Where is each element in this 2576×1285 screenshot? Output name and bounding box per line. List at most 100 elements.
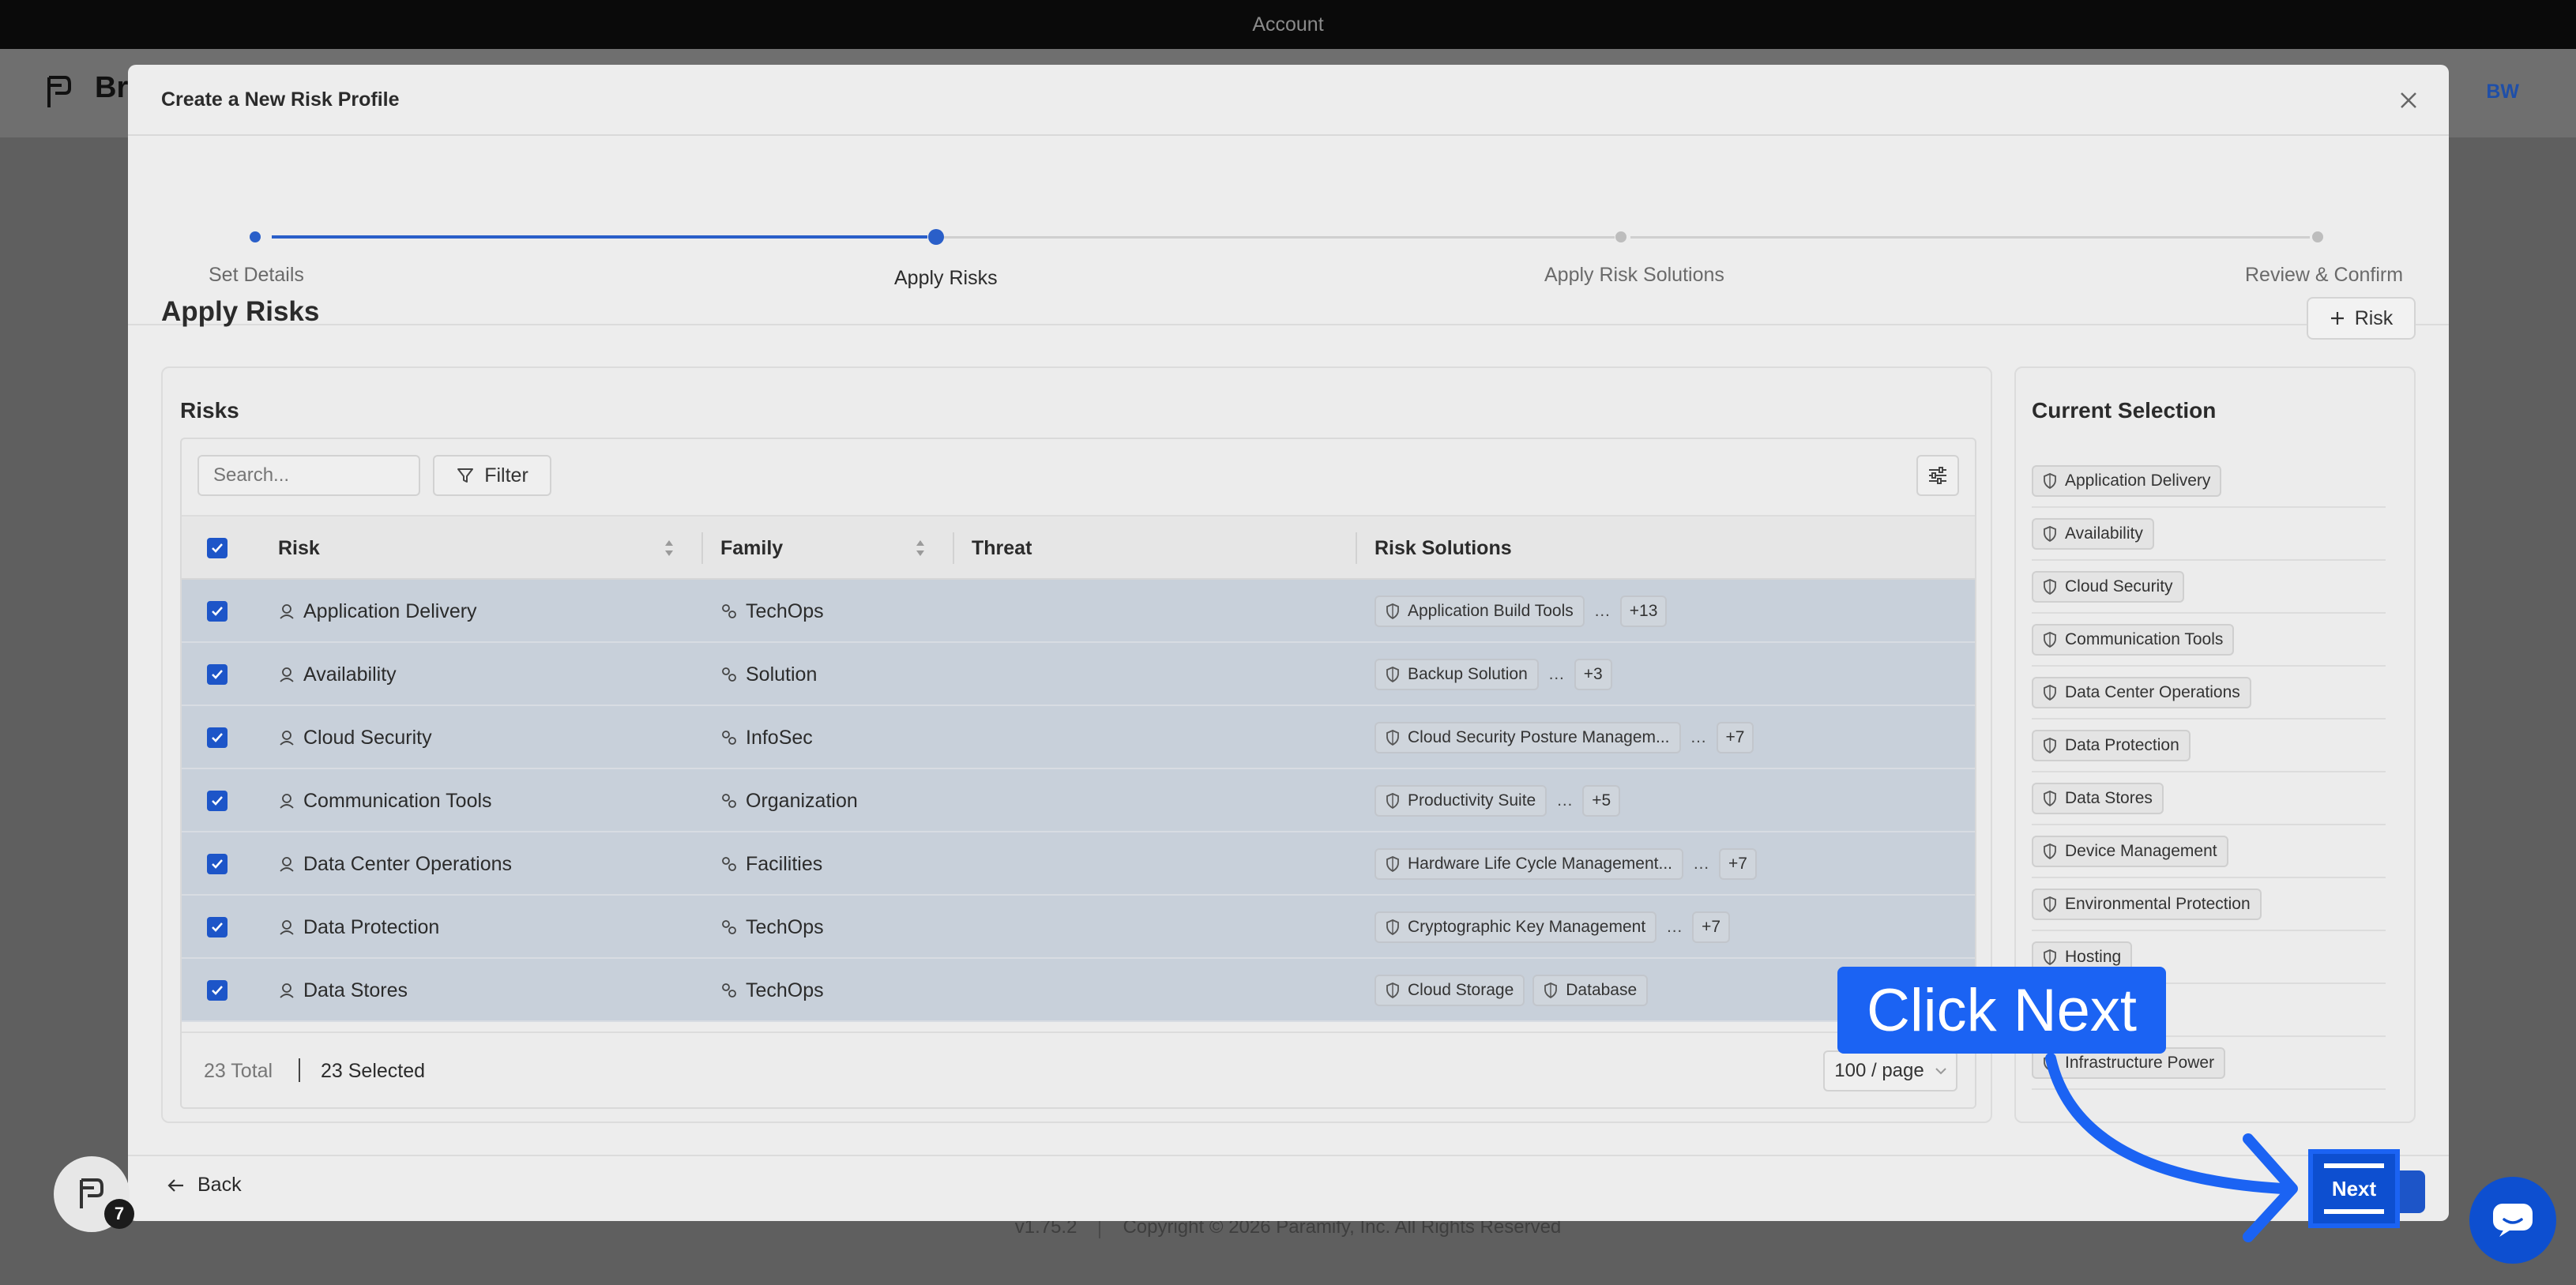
selected-risk-label: Data Protection xyxy=(2065,735,2179,754)
risk-solution-tag[interactable]: Application Build Tools xyxy=(1374,596,1585,627)
risk-solution-tag[interactable]: Cryptographic Key Management xyxy=(1374,911,1657,943)
next-button[interactable]: Next xyxy=(2308,1149,2400,1228)
risk-name: Data Center Operations xyxy=(303,852,513,875)
risk-cell: Data Center Operations xyxy=(278,832,512,896)
row-checkbox[interactable] xyxy=(207,980,228,1001)
step-label-review-confirm[interactable]: Review & Confirm xyxy=(2245,264,2403,287)
more-solutions-count[interactable]: +13 xyxy=(1619,596,1668,627)
chat-button[interactable] xyxy=(2469,1177,2556,1264)
selected-risk-tag[interactable]: Availability xyxy=(2032,517,2154,550)
paramify-logo-icon xyxy=(80,1178,103,1208)
row-checkbox[interactable] xyxy=(207,854,228,874)
shield-icon xyxy=(2044,1054,2056,1071)
risk-solution-label: Database xyxy=(1566,981,1638,999)
risk-solution-tag[interactable]: Database xyxy=(1532,975,1649,1006)
page-size-select[interactable]: 100 / page xyxy=(1823,1050,1957,1091)
step-dot-set-details xyxy=(250,231,261,242)
step-dot-apply-risks xyxy=(928,229,944,245)
page-title: Apply Risks xyxy=(161,296,320,327)
back-button[interactable]: Back xyxy=(167,1174,242,1197)
risk-solution-tag[interactable]: Hardware Life Cycle Management... xyxy=(1374,848,1683,880)
cloud-icon xyxy=(280,731,294,746)
close-button[interactable] xyxy=(2389,81,2428,120)
selected-risk-tag[interactable]: Data Protection xyxy=(2032,729,2191,761)
more-solutions-count[interactable]: +7 xyxy=(1719,848,1757,880)
risk-name: Availability xyxy=(303,663,397,686)
select-all-checkbox[interactable] xyxy=(207,538,228,558)
modal-header: Create a New Risk Profile xyxy=(128,65,2449,136)
column-header-family[interactable]: Family xyxy=(720,517,783,580)
row-checkbox[interactable] xyxy=(207,601,228,622)
table-row[interactable]: Data Stores TechOps Cloud Storage Database xyxy=(182,959,1975,1022)
gears-icon xyxy=(722,983,736,998)
table-row[interactable]: Availability Solution Backup Solution … +3 xyxy=(182,643,1975,706)
table-row[interactable]: Cloud Security InfoSec Cloud Security Post… xyxy=(182,706,1975,769)
page-size-value: 100 / page xyxy=(1834,1060,1924,1081)
table-row[interactable]: Communication Tools Organization Productiv… xyxy=(182,769,1975,832)
table-header: Risk Family Threat Risk Solutions xyxy=(182,517,1975,580)
more-solutions-count[interactable]: +3 xyxy=(1574,659,1612,690)
list-item: Communication Tools xyxy=(2032,614,2386,667)
shield-icon xyxy=(1386,793,1399,809)
selected-risk-tag[interactable]: Cloud Security xyxy=(2032,570,2184,603)
shield-icon xyxy=(2044,896,2056,912)
ellipsis-icon: … xyxy=(1556,791,1574,810)
table-row[interactable]: Data Protection TechOps Cryptographic Key … xyxy=(182,896,1975,959)
step-label-set-details[interactable]: Set Details xyxy=(209,264,304,287)
row-checkbox[interactable] xyxy=(207,664,228,685)
factory-icon xyxy=(722,857,736,871)
selected-risk-tag[interactable]: Data Stores xyxy=(2032,782,2164,814)
current-selection-title: Current Selection xyxy=(2032,398,2217,423)
table-footer: 23 Total 23 Selected 100 / page xyxy=(182,1031,1975,1107)
selected-risk-tag[interactable]: Communication Tools xyxy=(2032,623,2235,656)
bulb-icon xyxy=(722,667,736,682)
step-label-apply-risk-solutions[interactable]: Apply Risk Solutions xyxy=(1544,264,1724,287)
risk-solution-tag[interactable]: Cloud Storage xyxy=(1374,975,1525,1006)
risk-solution-tag[interactable]: Backup Solution xyxy=(1374,659,1539,690)
add-risk-button[interactable]: Risk xyxy=(2307,297,2416,340)
selected-risk-label: Hosting xyxy=(2065,947,2122,966)
search-input[interactable] xyxy=(199,457,458,494)
family-name: TechOps xyxy=(746,599,824,622)
more-solutions-count[interactable]: +7 xyxy=(1692,911,1731,943)
family-cell: TechOps xyxy=(720,959,824,1022)
paramify-logo-icon xyxy=(47,76,71,107)
more-solutions-count[interactable]: +5 xyxy=(1582,785,1621,817)
table-row[interactable]: Application Delivery TechOps Application B… xyxy=(182,580,1975,643)
column-header-risk[interactable]: Risk xyxy=(278,517,320,580)
family-cell: InfoSec xyxy=(720,706,813,769)
ellipsis-icon: … xyxy=(1593,602,1611,620)
table-row[interactable]: Data Center Operations Facilities Hardware… xyxy=(182,832,1975,896)
step-label-apply-risks[interactable]: Apply Risks xyxy=(894,267,998,290)
selected-risk-tag[interactable]: Application Delivery xyxy=(2032,464,2222,497)
column-settings-button[interactable] xyxy=(1916,455,1959,496)
close-icon xyxy=(2401,92,2416,108)
row-checkbox[interactable] xyxy=(207,727,228,748)
row-checkbox[interactable] xyxy=(207,791,228,811)
selected-risk-tag[interactable]: Data Center Operations xyxy=(2032,676,2251,708)
filter-button[interactable]: Filter xyxy=(433,455,551,496)
risk-cell: Application Delivery xyxy=(278,580,477,643)
rocket-icon xyxy=(280,604,294,619)
risk-solution-tag[interactable]: Productivity Suite xyxy=(1374,785,1547,817)
selected-risk-tag[interactable]: Device Management xyxy=(2032,835,2228,867)
highlight-bar-top xyxy=(2324,1163,2384,1168)
user-avatar[interactable]: BW xyxy=(2486,81,2519,103)
sort-icon[interactable] xyxy=(664,537,675,559)
step-connector xyxy=(943,236,1615,239)
family-name: TechOps xyxy=(746,979,824,1001)
selected-risk-label: Device Management xyxy=(2065,841,2217,860)
more-solutions-count[interactable]: +7 xyxy=(1716,722,1754,753)
risk-name: Data Stores xyxy=(303,979,408,1001)
row-checkbox[interactable] xyxy=(207,917,228,937)
tutorial-callout: Click Next xyxy=(1837,967,2166,1054)
risks-table: Filter Risk Family Threat Risk Solutions xyxy=(180,438,1976,1109)
shield-icon xyxy=(2044,631,2056,648)
sort-icon[interactable] xyxy=(915,537,926,559)
risk-solution-tag[interactable]: Cloud Security Posture Managem... xyxy=(1374,722,1681,753)
ellipsis-icon: … xyxy=(1547,665,1565,683)
selected-risk-tag[interactable]: Environmental Protection xyxy=(2032,888,2262,920)
list-item: Application Delivery xyxy=(2032,455,2386,508)
shield-icon xyxy=(2044,843,2056,859)
risk-solution-label: Cloud Security Posture Managem... xyxy=(1408,728,1670,746)
